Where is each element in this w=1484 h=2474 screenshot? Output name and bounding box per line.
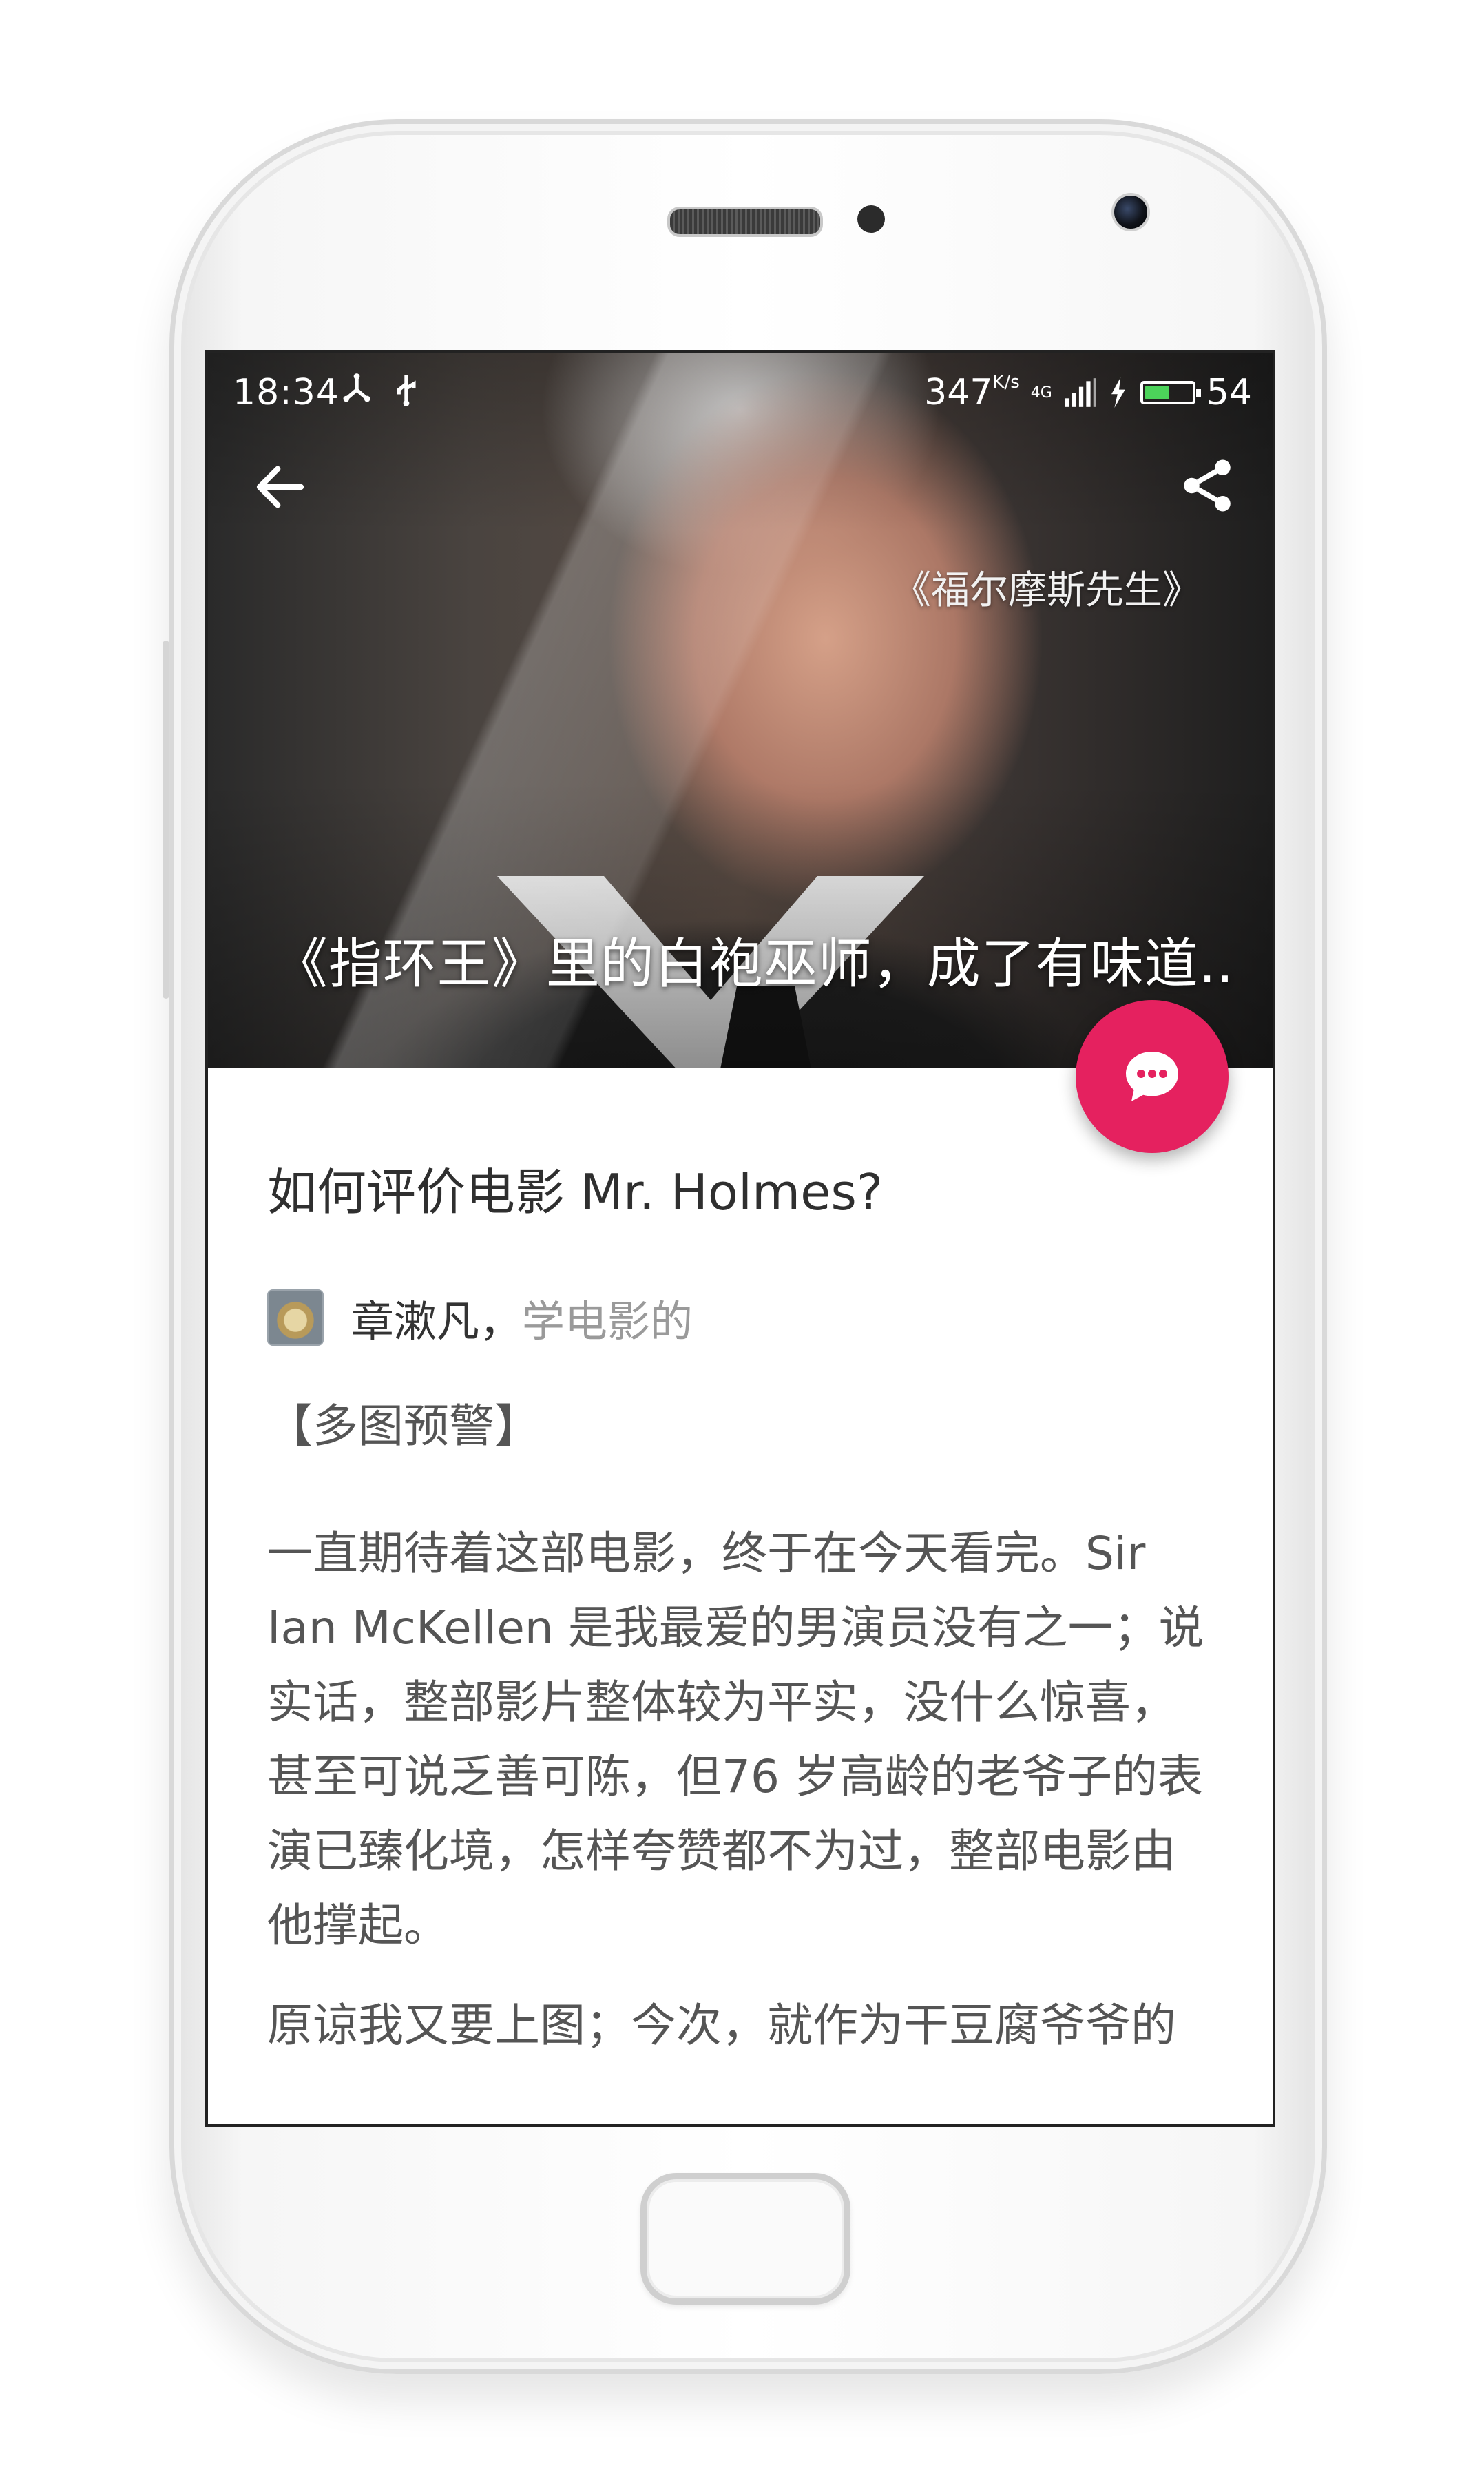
net-speed: 347K/s [924, 372, 1020, 413]
side-button [163, 641, 169, 999]
body-paragraph: 一直期待着这部电影，终于在今天看完。Sir Ian McKellen 是我最爱的… [267, 1527, 1204, 1952]
usb-icon [397, 375, 416, 406]
earpiece [667, 207, 823, 237]
comment-fab[interactable] [1076, 1000, 1229, 1153]
home-button[interactable] [640, 2173, 850, 2305]
share-button[interactable] [1176, 455, 1238, 517]
arrow-left-icon [256, 466, 304, 508]
debug-icon [343, 373, 370, 402]
hero-caption: 《指环王》里的白袍巫师，成了有味道.. [273, 933, 1235, 995]
status-right: 347K/s 4G 54 [924, 372, 1252, 413]
front-camera [1111, 193, 1150, 231]
author-name: 章漱凡， [351, 1296, 523, 1347]
comment-icon [1126, 1052, 1178, 1101]
intro-text: 【多图预警】 [267, 1400, 540, 1453]
charging-icon [1111, 377, 1125, 408]
body-paragraph: 原谅我又要上图；今次，就作为干豆腐爷爷的 [267, 1999, 1176, 2052]
status-bar: 18:34 347K/s 4G 54 [208, 353, 1273, 428]
network-type: 4G [1030, 384, 1052, 402]
hero-image: 18:34 347K/s 4G 54 《福尔摩斯先生》 《指环王》里的白袍巫师，… [208, 353, 1273, 1068]
battery-level: 54 [1206, 372, 1252, 413]
status-time: 18:34 [233, 372, 339, 413]
proximity-sensor [857, 205, 885, 233]
screen: 18:34 347K/s 4G 54 《福尔摩斯先生》 《指环王》里的白袍巫师，… [205, 350, 1275, 2127]
movie-tag: 《福尔摩斯先生》 [892, 568, 1201, 613]
battery-icon [1140, 381, 1201, 404]
status-left-icons [339, 372, 424, 408]
author-bio: 学电影的 [522, 1296, 693, 1347]
question-title[interactable]: 如何评价电影 Mr. Holmes? [267, 1152, 883, 1224]
back-button[interactable] [249, 456, 311, 518]
author-row[interactable]: 章漱凡， 学电影的 [267, 1287, 693, 1349]
avatar[interactable] [267, 1289, 324, 1346]
share-icon [1184, 459, 1231, 512]
signal-icon [1064, 378, 1096, 407]
